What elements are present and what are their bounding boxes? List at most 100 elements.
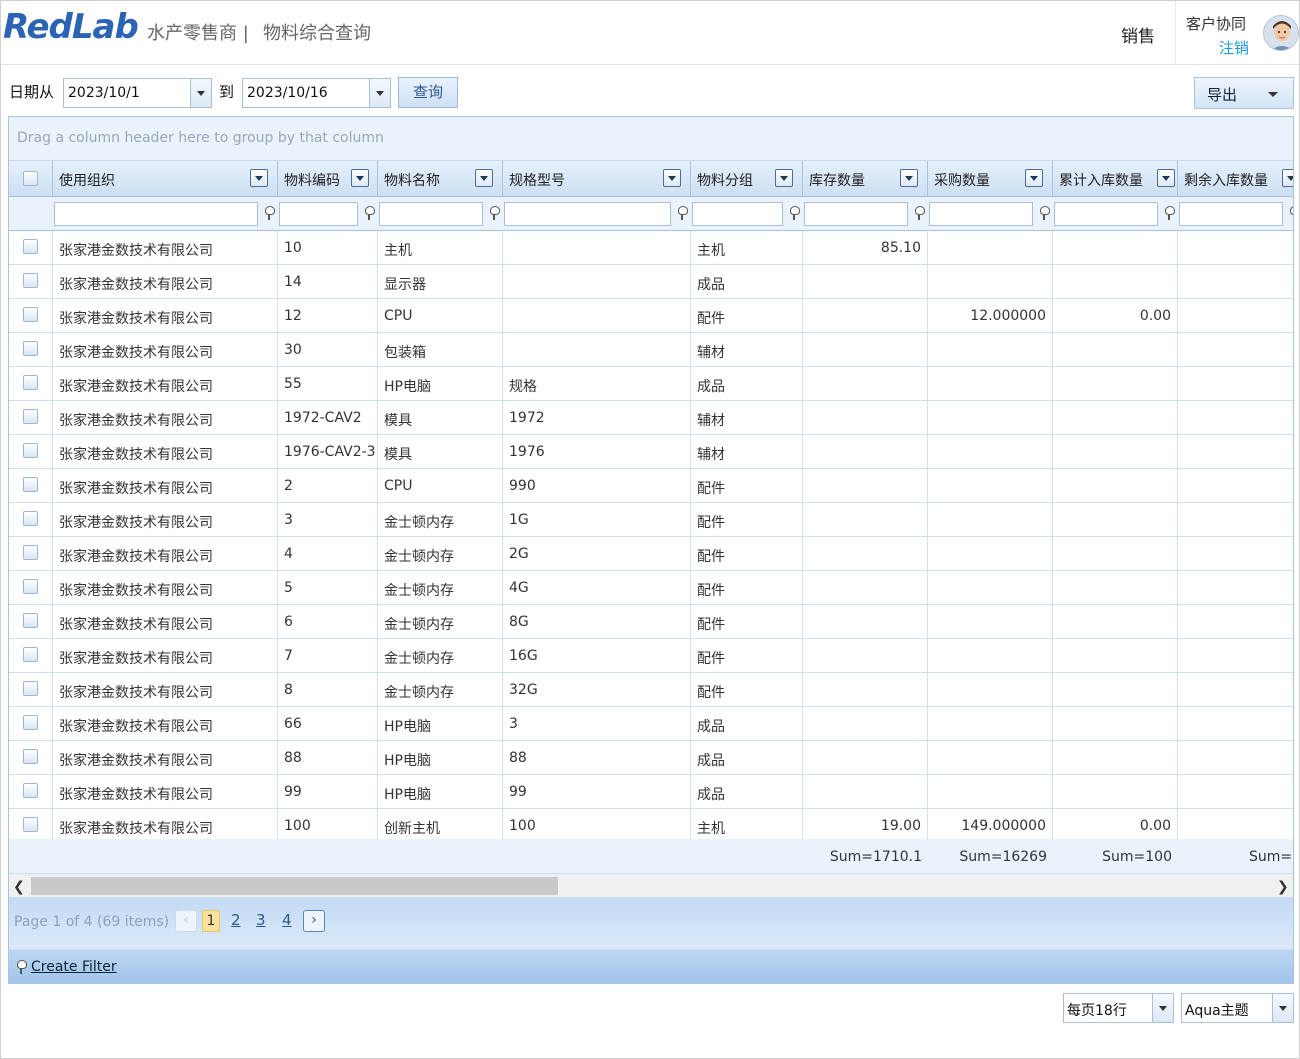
column-menu-icon[interactable]: [775, 169, 793, 187]
table-row[interactable]: 张家港金数技术有限公司 66 HP电脑 3 成品: [9, 707, 1293, 741]
column-header-org[interactable]: 使用组织: [53, 161, 278, 196]
filter-input-code[interactable]: [279, 202, 358, 226]
horizontal-scrollbar[interactable]: ❮ ❯: [9, 874, 1293, 898]
date-to-picker[interactable]: 2023/10/16: [242, 78, 391, 108]
date-from-picker[interactable]: 2023/10/1: [63, 78, 212, 108]
table-row[interactable]: 张家港金数技术有限公司 6 金士顿内存 8G 配件: [9, 605, 1293, 639]
column-menu-icon[interactable]: [900, 169, 918, 187]
create-filter-icon[interactable]: [16, 960, 27, 974]
date-from-dropdown-icon[interactable]: [190, 79, 211, 107]
filter-input-received[interactable]: [1054, 202, 1158, 226]
column-header-group[interactable]: 物料分组: [691, 161, 803, 196]
table-row[interactable]: 张家港金数技术有限公司 4 金士顿内存 2G 配件: [9, 537, 1293, 571]
filter-icon[interactable]: [677, 206, 688, 220]
page-current[interactable]: 1: [202, 910, 220, 932]
row-checkbox[interactable]: [23, 545, 38, 560]
table-row[interactable]: 张家港金数技术有限公司 55 HP电脑 规格 成品: [9, 367, 1293, 401]
row-checkbox[interactable]: [23, 715, 38, 730]
row-checkbox[interactable]: [23, 783, 38, 798]
filter-input-purchase[interactable]: [929, 202, 1033, 226]
column-menu-icon[interactable]: [250, 169, 268, 187]
select-all-checkbox[interactable]: [23, 171, 38, 186]
filter-icon[interactable]: [1164, 206, 1175, 220]
row-checkbox[interactable]: [23, 239, 38, 254]
date-to-dropdown-icon[interactable]: [369, 79, 390, 107]
redlab-logo[interactable]: RedLab: [3, 7, 139, 47]
row-checkbox[interactable]: [23, 749, 38, 764]
table-row[interactable]: 张家港金数技术有限公司 10 主机 主机 85.10: [9, 231, 1293, 265]
scroll-left-icon[interactable]: ❮: [13, 879, 25, 895]
table-row[interactable]: 张家港金数技术有限公司 30 包装箱 辅材: [9, 333, 1293, 367]
table-row[interactable]: 张家港金数技术有限公司 88 HP电脑 88 成品: [9, 741, 1293, 775]
column-menu-icon[interactable]: [663, 169, 681, 187]
row-checkbox[interactable]: [23, 307, 38, 322]
column-menu-icon[interactable]: [475, 169, 493, 187]
logout-link[interactable]: 注销: [1219, 37, 1249, 58]
filter-icon[interactable]: [489, 206, 500, 220]
filter-input-org[interactable]: [54, 202, 258, 226]
filter-input-name[interactable]: [379, 202, 483, 226]
column-menu-icon[interactable]: [351, 169, 369, 187]
table-row[interactable]: 张家港金数技术有限公司 2 CPU 990 配件: [9, 469, 1293, 503]
avatar[interactable]: [1263, 15, 1299, 51]
table-row[interactable]: 张家港金数技术有限公司 3 金士顿内存 1G 配件: [9, 503, 1293, 537]
column-menu-icon[interactable]: [1025, 169, 1043, 187]
table-row[interactable]: 张家港金数技术有限公司 1976-CAV2-3 模具 1976 辅材: [9, 435, 1293, 469]
export-button[interactable]: 导出: [1194, 77, 1294, 109]
group-panel[interactable]: Drag a column header here to group by th…: [9, 117, 1293, 161]
filter-input-group[interactable]: [692, 202, 783, 226]
filter-input-spec[interactable]: [504, 202, 671, 226]
column-header-purchase[interactable]: 采购数量: [928, 161, 1053, 196]
prev-page-icon[interactable]: ‹: [175, 910, 197, 932]
column-menu-icon[interactable]: [1157, 169, 1175, 187]
table-row[interactable]: 张家港金数技术有限公司 1972-CAV2 模具 1972 辅材: [9, 401, 1293, 435]
nav-customer-collab[interactable]: 客户协同: [1186, 13, 1246, 34]
column-header-spec[interactable]: 规格型号: [503, 161, 691, 196]
filter-icon[interactable]: [264, 206, 275, 220]
table-row[interactable]: 张家港金数技术有限公司 14 显示器 成品: [9, 265, 1293, 299]
table-row[interactable]: 张家港金数技术有限公司 5 金士顿内存 4G 配件: [9, 571, 1293, 605]
table-row[interactable]: 张家港金数技术有限公司 12 CPU 配件 12.000000 0.00: [9, 299, 1293, 333]
page-size-select[interactable]: 每页18行: [1063, 993, 1174, 1023]
row-checkbox[interactable]: [23, 409, 38, 424]
nav-sales[interactable]: 销售: [1121, 22, 1155, 47]
column-header-code[interactable]: 物料编码: [278, 161, 378, 196]
scrollbar-thumb[interactable]: [31, 877, 558, 895]
table-row[interactable]: 张家港金数技术有限公司 8 金士顿内存 32G 配件: [9, 673, 1293, 707]
create-filter-link[interactable]: Create Filter: [31, 959, 117, 975]
theme-select[interactable]: Aqua主题: [1181, 993, 1294, 1023]
scroll-right-icon[interactable]: ❯: [1277, 879, 1289, 895]
page-size-dropdown-icon[interactable]: [1152, 994, 1173, 1022]
next-page-icon[interactable]: ›: [303, 910, 325, 932]
column-header-name[interactable]: 物料名称: [378, 161, 503, 196]
row-checkbox[interactable]: [23, 443, 38, 458]
table-row[interactable]: 张家港金数技术有限公司 100 创新主机 100 主机 19.00 149.000000 0.…: [9, 809, 1293, 843]
row-checkbox[interactable]: [23, 273, 38, 288]
column-header-received[interactable]: 累计入库数量: [1053, 161, 1178, 196]
filter-icon[interactable]: [1039, 206, 1050, 220]
row-checkbox[interactable]: [23, 647, 38, 662]
filter-input-remaining[interactable]: [1179, 202, 1283, 226]
filter-icon[interactable]: [1289, 206, 1293, 220]
column-menu-icon[interactable]: [1282, 169, 1293, 187]
row-checkbox[interactable]: [23, 579, 38, 594]
row-checkbox[interactable]: [23, 511, 38, 526]
filter-input-stock[interactable]: [804, 202, 908, 226]
row-checkbox[interactable]: [23, 817, 38, 832]
page-link-2[interactable]: 2: [231, 911, 241, 933]
row-checkbox[interactable]: [23, 613, 38, 628]
page-link-3[interactable]: 3: [256, 911, 266, 933]
row-checkbox[interactable]: [23, 375, 38, 390]
column-header-remaining[interactable]: 剩余入库数量: [1178, 161, 1293, 196]
page-link-4[interactable]: 4: [282, 911, 292, 933]
theme-dropdown-icon[interactable]: [1272, 994, 1293, 1022]
row-checkbox[interactable]: [23, 681, 38, 696]
query-button[interactable]: 查询: [398, 77, 458, 108]
row-checkbox[interactable]: [23, 341, 38, 356]
filter-icon[interactable]: [914, 206, 925, 220]
filter-icon[interactable]: [789, 206, 800, 220]
filter-icon[interactable]: [364, 206, 375, 220]
table-row[interactable]: 张家港金数技术有限公司 99 HP电脑 99 成品: [9, 775, 1293, 809]
row-checkbox[interactable]: [23, 477, 38, 492]
column-header-stock[interactable]: 库存数量: [803, 161, 928, 196]
